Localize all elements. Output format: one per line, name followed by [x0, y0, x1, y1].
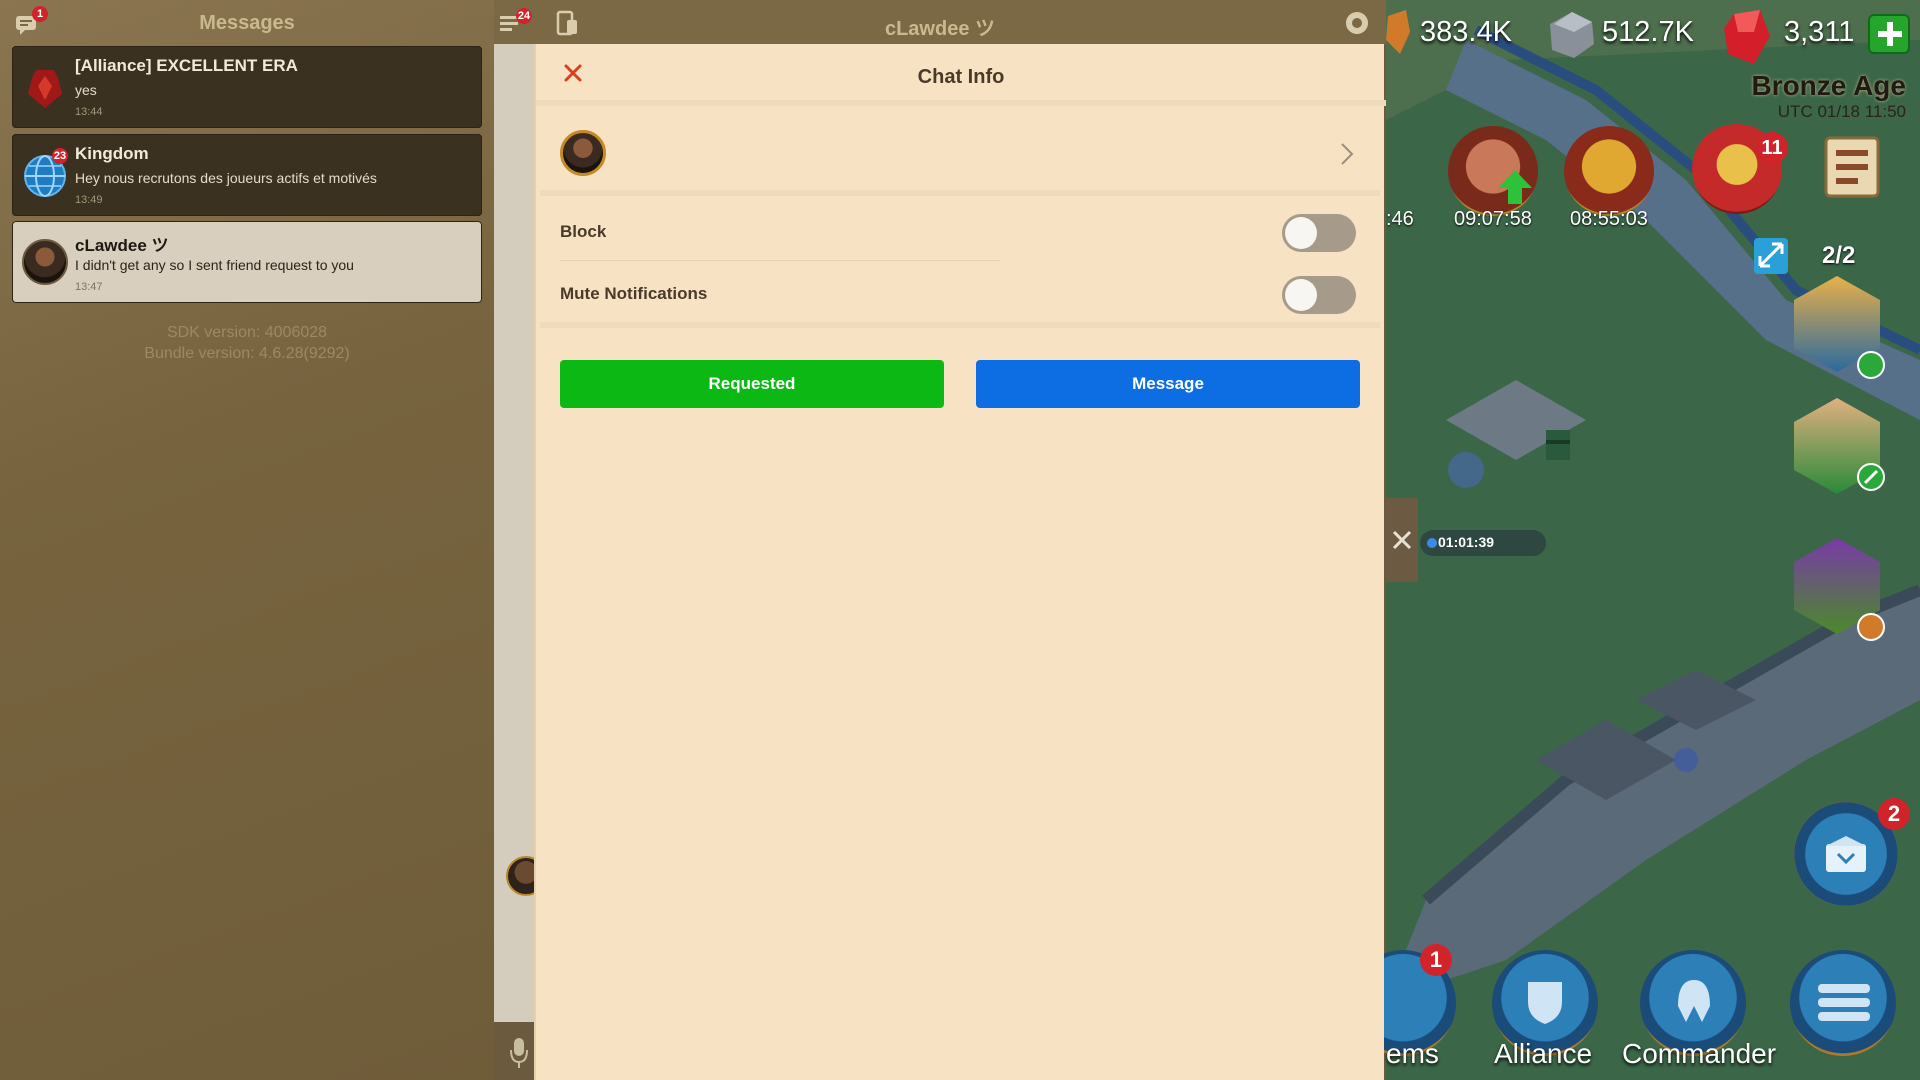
toggle-knob [1285, 279, 1317, 311]
menu-icon [1818, 984, 1870, 1021]
requested-button[interactable]: Requested [560, 360, 944, 408]
hero-timer-1: 09:07:58 [1454, 208, 1532, 230]
age-title: Bronze Age [1751, 70, 1906, 101]
chat-title: cLawdee ツ [884, 18, 996, 40]
helmet-icon [1678, 980, 1710, 1022]
avatar [560, 130, 606, 176]
hero-timer-2: 08:55:03 [1570, 208, 1648, 230]
profile-row[interactable] [540, 112, 1380, 196]
mute-row: Mute Notifications [540, 264, 1380, 326]
pickaxe-icon [1857, 463, 1885, 491]
block-toggle[interactable] [1282, 214, 1356, 252]
message-button[interactable]: Message [976, 360, 1360, 408]
partial-timer: :46 [1386, 208, 1414, 230]
stone-icon [1386, 10, 1410, 54]
messages-panel: 1 Messages [Alliance] EXCELLENT ERA yes … [0, 0, 494, 1080]
modal-title: Chat Info [917, 66, 1005, 88]
army-count: 2/2 [1822, 242, 1856, 269]
kingdom-unread-badge: 23 [52, 148, 68, 164]
gather-icon [1857, 351, 1885, 379]
alliance-flag-icon [22, 64, 68, 110]
modal-header: Chat Info [536, 44, 1386, 106]
conversation-name: [Alliance] EXCELLENT ERA [75, 56, 298, 75]
commander-label: Commander [1622, 1038, 1777, 1069]
conversation-last-message: I didn't get any so I sent friend reques… [75, 257, 354, 273]
gear-icon[interactable] [1346, 12, 1368, 34]
bundle-version: Bundle version: 4.6.28(9292) [144, 345, 350, 362]
add-gems-button[interactable] [1868, 14, 1910, 54]
march-timer[interactable]: 01:01:39 [1420, 530, 1546, 556]
menu-button[interactable] [1790, 950, 1896, 1056]
conversation-time: 13:49 [75, 194, 103, 206]
chat-header: 24 cLawdee ツ [494, 0, 1386, 44]
block-row: Block [540, 202, 1380, 264]
close-icon [1392, 530, 1412, 550]
gem-amount: 3,311 [1784, 16, 1855, 48]
divider [540, 322, 1380, 328]
conversation-last-message: yes [75, 82, 97, 98]
mute-toggle[interactable] [1282, 276, 1356, 314]
items-badge: 1 [1420, 944, 1452, 976]
microphone-icon[interactable] [510, 1036, 528, 1070]
block-label: Block [560, 222, 607, 241]
helmet-portrait-icon[interactable] [1564, 126, 1654, 216]
conversation-time: 13:44 [75, 106, 103, 118]
mail-badge: 2 [1878, 798, 1910, 830]
ore-icon [1550, 12, 1594, 58]
march-dot-icon [1427, 538, 1437, 548]
shield-icon [1528, 982, 1562, 1024]
alliance-label: Alliance [1494, 1038, 1593, 1069]
mute-label: Mute Notifications [560, 284, 708, 303]
upgrade-arrow-icon [1498, 170, 1532, 204]
return-icon [1857, 613, 1885, 641]
envelope-icon [1826, 836, 1866, 872]
chevron-right-icon [1341, 143, 1354, 165]
quest-scroll-icon[interactable] [1816, 128, 1890, 204]
items-label: ems [1386, 1038, 1439, 1069]
conversation-time: 13:47 [75, 281, 103, 293]
conversation-last-message: Hey nous recrutons des joueurs actifs et… [75, 170, 377, 186]
conversation-clawdee[interactable]: cLawdee ツ I didn't get any so I sent fri… [12, 221, 482, 303]
conversation-name: Kingdom [75, 144, 149, 163]
avatar [22, 239, 68, 285]
expand-icon[interactable] [1752, 236, 1790, 276]
event-badge: 11 [1756, 132, 1788, 164]
gem-icon [1724, 10, 1770, 64]
conversation-alliance[interactable]: [Alliance] EXCELLENT ERA yes 13:44 [12, 46, 482, 128]
conversation-name: cLawdee ツ [75, 236, 169, 255]
toggle-knob [1285, 217, 1317, 249]
march-timer-text: 01:01:39 [1438, 534, 1495, 550]
divider [560, 260, 1000, 261]
messages-title: Messages [199, 12, 295, 34]
ore-amount: 512.7K [1602, 16, 1694, 48]
side-panel-close-button[interactable] [1386, 498, 1418, 582]
sdk-version: SDK version: 4006028 [166, 324, 328, 341]
chat-info-modal: Chat Info Block Mute Notifications Reque… [534, 44, 1386, 1080]
conversation-kingdom[interactable]: 23 Kingdom Hey nous recrutons des joueur… [12, 134, 482, 216]
resource-bar: 383.4K 512.7K 3,311 [1386, 0, 1920, 64]
utc-time: UTC 01/18 11:50 [1777, 102, 1906, 121]
stone-amount: 383.4K [1420, 16, 1512, 48]
messages-header: 1 Messages [0, 0, 494, 44]
